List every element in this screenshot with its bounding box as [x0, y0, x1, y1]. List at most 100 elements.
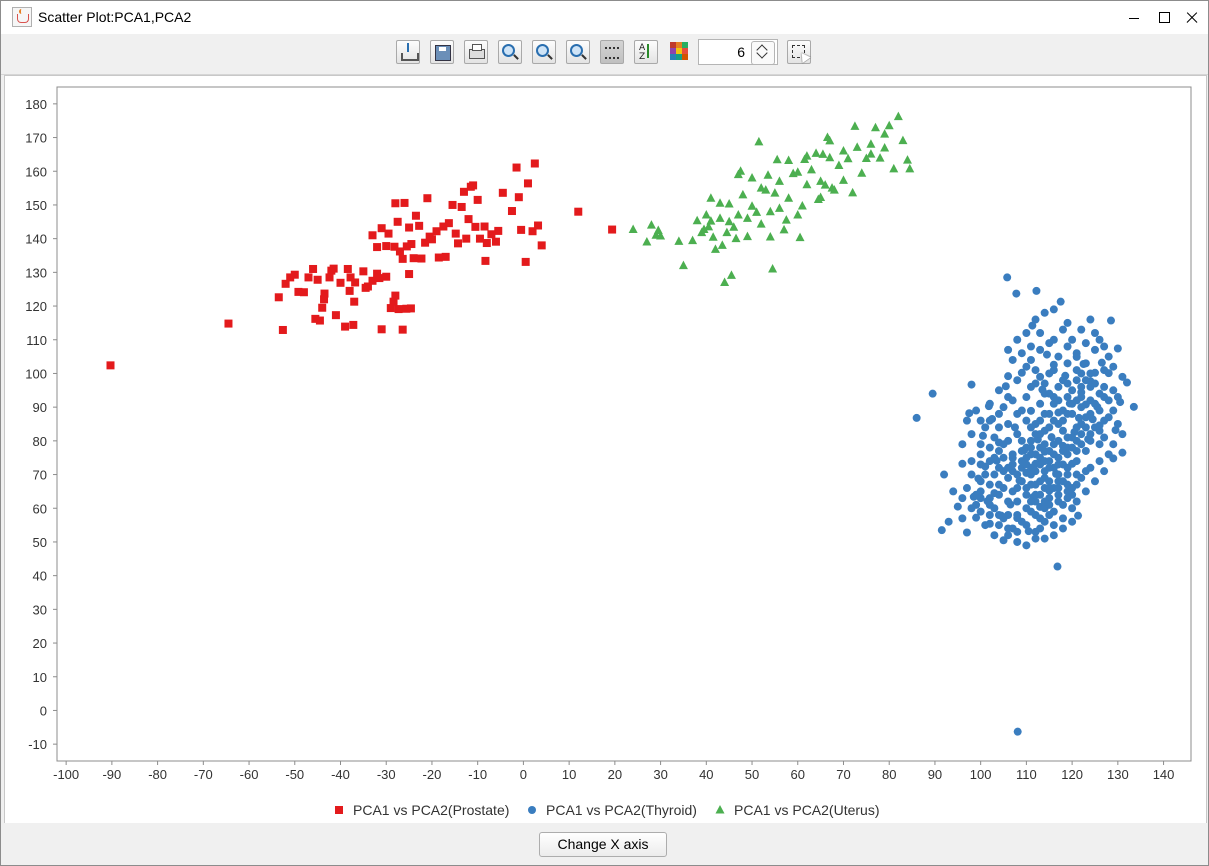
thyroid-point — [985, 480, 994, 489]
thyroid-point — [999, 453, 1008, 462]
sort-button[interactable] — [634, 40, 658, 64]
thyroid-point — [953, 502, 962, 511]
thyroid-point — [994, 490, 1003, 499]
prostate-point — [480, 222, 489, 231]
thyroid-point — [1026, 342, 1035, 351]
point-size-spinner[interactable]: 6 — [698, 39, 778, 65]
thyroid-point — [985, 500, 994, 509]
thyroid-point — [1090, 329, 1099, 338]
thyroid-point — [962, 528, 971, 537]
thyroid-point — [1058, 477, 1067, 486]
prostate-point — [523, 179, 532, 188]
scatter-chart[interactable]: -100102030405060708090100110120130140150… — [5, 76, 1206, 823]
legend-toggle-button[interactable] — [600, 40, 624, 64]
java-app-icon — [12, 7, 32, 27]
thyroid-point — [1054, 484, 1063, 493]
x-tick-label: 90 — [928, 767, 942, 782]
prostate-point — [462, 234, 471, 243]
thyroid-point — [1045, 409, 1054, 418]
close-button[interactable] — [1176, 1, 1208, 34]
zoom-out-icon — [536, 44, 549, 57]
change-x-axis-button[interactable]: Change X axis — [539, 832, 667, 857]
thyroid-point — [985, 457, 994, 466]
thyroid-point — [1104, 352, 1113, 361]
x-tick-label: 100 — [970, 767, 992, 782]
thyroid-point — [1026, 382, 1035, 391]
thyroid-point — [994, 386, 1003, 395]
select-tool-button[interactable] — [787, 40, 811, 64]
print-button[interactable] — [464, 40, 488, 64]
thyroid-point — [1072, 457, 1081, 466]
prostate-point — [530, 159, 539, 168]
thyroid-point — [1026, 443, 1035, 452]
thyroid-point — [1072, 396, 1081, 405]
x-tick-label: -20 — [423, 767, 442, 782]
prostate-point — [464, 215, 473, 224]
thyroid-point — [1022, 484, 1031, 493]
y-tick-label: 70 — [33, 468, 47, 483]
point-size-value[interactable]: 6 — [737, 44, 745, 60]
thyroid-point — [1104, 450, 1113, 459]
x-tick-label: 20 — [608, 767, 622, 782]
prostate-point — [457, 202, 466, 211]
prostate-point — [444, 219, 453, 228]
color-palette-icon[interactable] — [670, 42, 688, 60]
y-tick-label: 100 — [25, 366, 47, 381]
legend-marker — [528, 806, 536, 814]
y-tick-label: 60 — [33, 501, 47, 516]
prostate-point — [329, 264, 338, 273]
thyroid-point — [1095, 406, 1104, 415]
prostate-point — [521, 257, 530, 266]
thyroid-point — [1090, 477, 1099, 486]
bottom-bar: Change X axis — [1, 823, 1208, 865]
zoom-out-button[interactable] — [532, 40, 556, 64]
thyroid-point — [1017, 406, 1026, 415]
spinner-buttons[interactable] — [751, 41, 775, 65]
thyroid-point — [1031, 467, 1040, 476]
window-title: Scatter Plot:PCA1,PCA2 — [38, 9, 192, 25]
prostate-point — [482, 239, 491, 248]
thyroid-point — [1100, 467, 1109, 476]
thyroid-point — [940, 470, 949, 479]
chart-panel[interactable]: -10 0 10 20 30 40 50 60 70 80 90 100 110 120 130 140 150… — [4, 75, 1207, 824]
x-tick-label: 80 — [882, 767, 896, 782]
thyroid-point — [928, 389, 937, 398]
prostate-point — [434, 253, 443, 262]
thyroid-point — [1081, 359, 1090, 368]
zoom-in-icon — [502, 44, 515, 57]
thyroid-point — [1086, 382, 1095, 391]
y-tick-label: 160 — [25, 164, 47, 179]
title-bar: Scatter Plot:PCA1,PCA2 — [1, 1, 1208, 34]
thyroid-point — [994, 409, 1003, 418]
scatter-plot-window: Scatter Plot:PCA1,PCA2 6 -10010203040506… — [0, 0, 1209, 866]
legend-list-icon — [605, 47, 619, 59]
toolbar: 6 — [1, 34, 1208, 75]
thyroid-point — [1118, 448, 1127, 457]
thyroid-point — [912, 413, 921, 422]
thyroid-point — [1036, 430, 1045, 439]
thyroid-point — [976, 450, 985, 459]
prostate-point — [406, 304, 415, 313]
save-button[interactable] — [430, 40, 454, 64]
zoom-reset-button[interactable] — [566, 40, 590, 64]
prostate-point — [475, 234, 484, 243]
thyroid-point — [1013, 537, 1022, 546]
prostate-point — [471, 222, 480, 231]
thyroid-point — [1036, 490, 1045, 499]
thyroid-point — [1013, 335, 1022, 344]
y-tick-label: 80 — [33, 434, 47, 449]
plot-area — [56, 86, 1192, 762]
thyroid-point — [1095, 457, 1104, 466]
thyroid-point — [1040, 457, 1049, 466]
y-tick-label: 110 — [26, 333, 47, 348]
thyroid-point — [967, 430, 976, 439]
thyroid-point — [976, 494, 985, 503]
minimize-button[interactable] — [1118, 1, 1150, 34]
thyroid-point — [1077, 403, 1086, 412]
download-button[interactable] — [396, 40, 420, 64]
thyroid-point — [1003, 273, 1012, 282]
thyroid-point — [1013, 470, 1022, 479]
zoom-in-button[interactable] — [498, 40, 522, 64]
prostate-point — [514, 193, 523, 202]
thyroid-point — [994, 423, 1003, 432]
